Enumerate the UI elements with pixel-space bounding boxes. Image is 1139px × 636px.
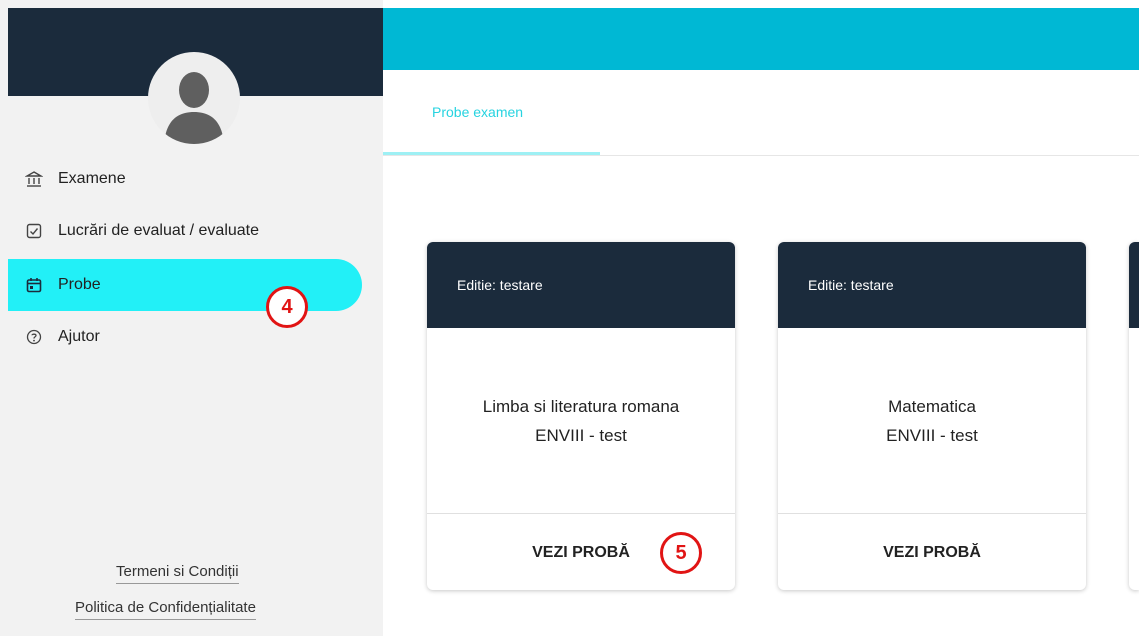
sidebar-item-probe[interactable]: Probe	[8, 259, 362, 311]
card-subtitle: ENVIII - test	[535, 425, 627, 445]
card-header: Editie: testare	[778, 242, 1086, 328]
help-circle-icon	[24, 327, 44, 347]
terms-link[interactable]: Termeni si Condiții	[116, 563, 239, 584]
sidebar-item-label: Lucrări de evaluat / evaluate	[58, 222, 260, 239]
privacy-link[interactable]: Politica de Confidențialitate	[75, 599, 256, 620]
calendar-icon	[24, 275, 44, 295]
card-header	[1129, 242, 1139, 328]
view-probe-button[interactable]: VEZI PROBĂ	[778, 513, 1086, 590]
sidebar-item-examene[interactable]: Examene	[8, 153, 362, 205]
card-header: Editie: testare	[427, 242, 735, 328]
user-silhouette-icon	[164, 72, 224, 144]
exam-card-partial	[1129, 242, 1139, 590]
tab-probe-examen[interactable]: Probe examen	[432, 104, 523, 120]
card-title: Limba si literatura romana	[482, 396, 680, 416]
annotation-badge-5: 5	[660, 532, 702, 574]
tab-divider	[383, 155, 1139, 156]
top-bar	[383, 8, 1139, 70]
card-body: Limba si literatura romana ENVIII - test	[427, 328, 735, 513]
sidebar-item-label: Examene	[58, 170, 126, 187]
card-body: Matematica ENVIII - test	[778, 328, 1086, 513]
exam-card: Editie: testare Matematica ENVIII - test…	[778, 242, 1086, 590]
sidebar: Examene Lucrări de evaluat / evaluate Pr…	[0, 0, 383, 636]
sidebar-item-ajutor[interactable]: Ajutor	[8, 311, 362, 363]
sidebar-item-label: Ajutor	[58, 328, 100, 345]
card-subtitle: ENVIII - test	[886, 425, 978, 445]
checkbox-icon	[24, 221, 44, 241]
avatar[interactable]	[148, 52, 240, 144]
sidebar-item-label: Probe	[58, 276, 101, 293]
card-title: Matematica	[888, 396, 976, 416]
institution-icon	[24, 169, 44, 189]
sidebar-item-lucrari[interactable]: Lucrări de evaluat / evaluate	[8, 205, 362, 257]
